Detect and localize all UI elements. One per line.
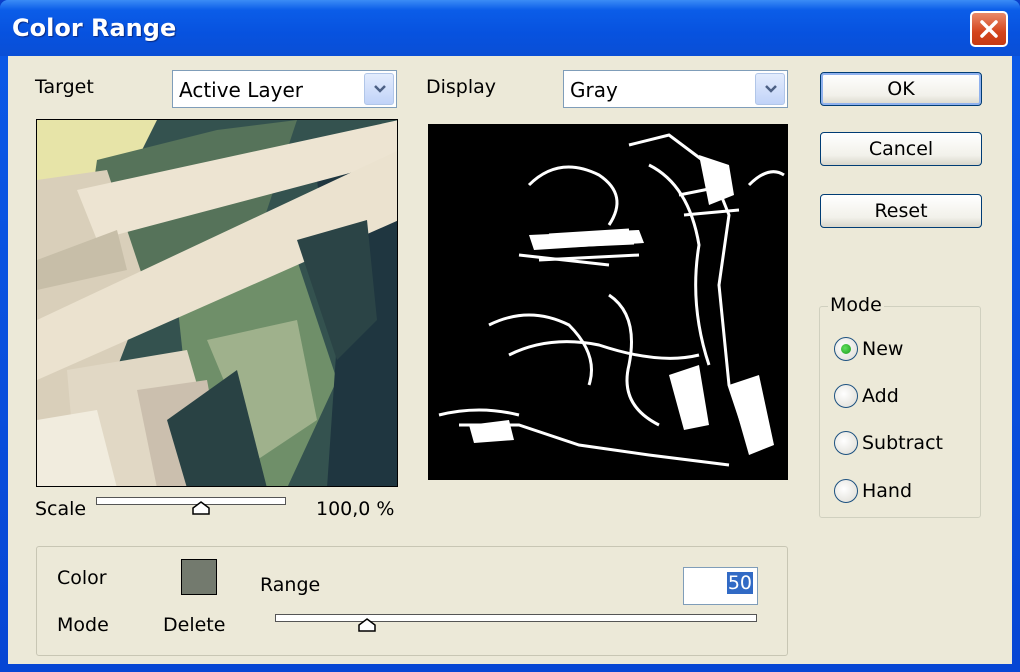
range-slider[interactable] (275, 614, 757, 622)
range-panel: Color Mode Delete Range 50 (36, 546, 788, 656)
radio-add-label[interactable]: Add (862, 385, 899, 407)
target-select[interactable]: Active Layer (172, 70, 397, 108)
radio-add[interactable] (834, 384, 858, 408)
selection-preview (428, 124, 788, 480)
scale-label: Scale (35, 498, 87, 520)
target-value: Active Layer (179, 78, 303, 102)
radio-hand[interactable] (834, 479, 858, 503)
color-label: Color (57, 567, 107, 589)
image-preview[interactable] (36, 119, 398, 487)
display-label: Display (426, 76, 497, 98)
range-label: Range (260, 574, 321, 596)
radio-new[interactable] (834, 337, 858, 361)
reset-button[interactable]: Reset (820, 194, 982, 228)
chevron-down-icon (765, 85, 777, 93)
target-dropdown-button[interactable] (364, 73, 394, 105)
target-label: Target (35, 76, 94, 98)
selection-mask-image (429, 125, 787, 479)
mode-group: Mode New Add Subtract Hand (819, 294, 981, 518)
range-input[interactable]: 50 (683, 567, 758, 605)
radio-hand-label[interactable]: Hand (862, 480, 912, 502)
delete-label[interactable]: Delete (163, 614, 225, 636)
title-bar[interactable]: Color Range (0, 0, 1020, 56)
range-value: 50 (726, 572, 753, 594)
mode-group-title: Mode (828, 294, 884, 316)
color-swatch[interactable] (181, 559, 217, 595)
range-slider-thumb[interactable] (357, 618, 376, 632)
color-range-dialog: Color Range Target Active Layer Display … (0, 0, 1020, 672)
cancel-button[interactable]: Cancel (820, 132, 982, 166)
radio-new-label[interactable]: New (862, 338, 903, 360)
painting-image (37, 120, 397, 486)
close-button[interactable] (970, 11, 1008, 47)
display-value: Gray (570, 78, 618, 102)
mode-label: Mode (57, 614, 109, 636)
radio-subtract[interactable] (834, 431, 858, 455)
radio-subtract-label[interactable]: Subtract (862, 432, 943, 454)
ok-button[interactable]: OK (820, 72, 982, 106)
display-dropdown-button[interactable] (755, 73, 785, 105)
scale-value: 100,0 % (316, 498, 395, 520)
window-title: Color Range (12, 14, 177, 42)
scale-slider-thumb[interactable] (191, 501, 210, 515)
dialog-body: Target Active Layer Display Gray OK Canc… (8, 56, 1012, 664)
close-icon (980, 20, 998, 38)
chevron-down-icon (374, 85, 386, 93)
display-select[interactable]: Gray (563, 70, 788, 108)
